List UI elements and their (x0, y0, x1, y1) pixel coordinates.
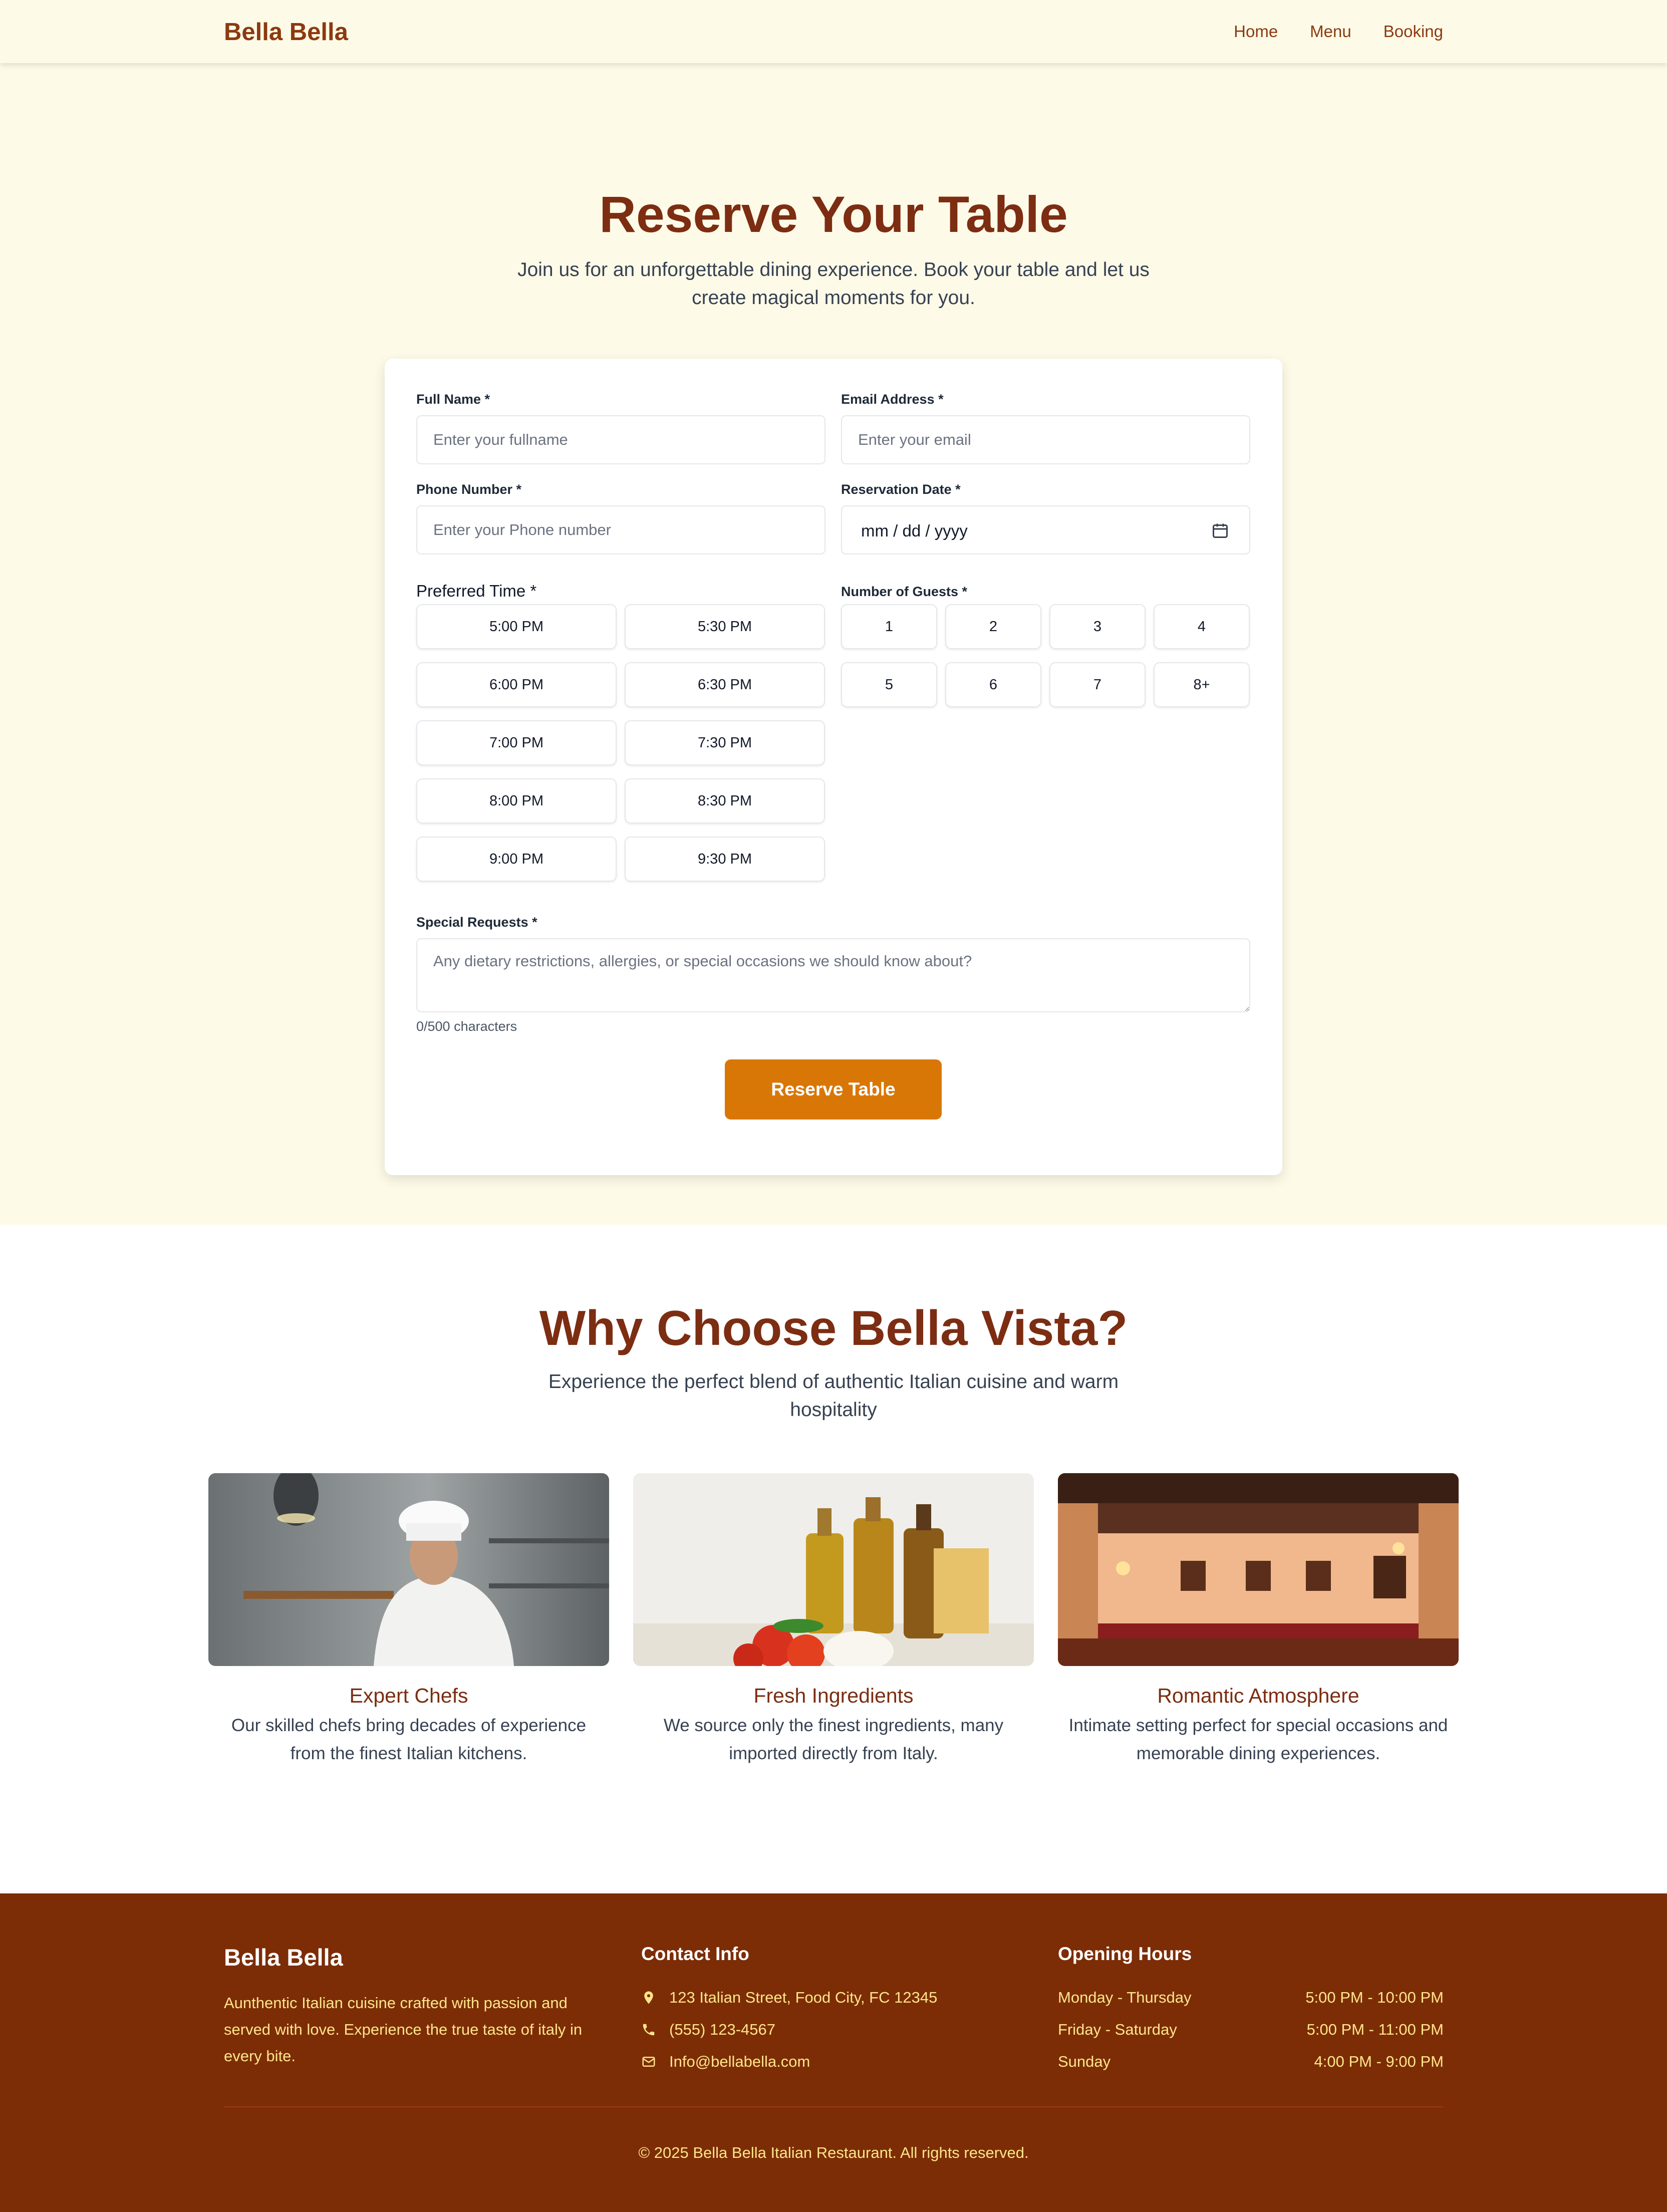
time-label: Preferred Time * (416, 582, 537, 600)
hours-time: 5:00 PM - 10:00 PM (1305, 1989, 1444, 2006)
guest-option[interactable]: 1 (841, 604, 937, 649)
guest-option[interactable]: 2 (945, 604, 1041, 649)
time-option[interactable]: 5:00 PM (416, 604, 617, 649)
feature-description: We source only the finest ingredients, m… (663, 1716, 1004, 1763)
contact-address: 123 Italian Street, Food City, FC 12345 (641, 1989, 937, 2007)
reservation-section: Reserve Your Table Join us for an unforg… (0, 63, 1667, 1225)
guest-option[interactable]: 7 (1049, 662, 1146, 707)
calendar-icon[interactable] (1211, 521, 1229, 539)
copyright: © 2025 Bella Bella Italian Restaurant. A… (638, 2144, 1029, 2161)
why-section: Why Choose Bella Vista? Experience the p… (0, 1225, 1667, 1893)
time-option[interactable]: 8:30 PM (625, 778, 825, 823)
hours-time: 4:00 PM - 9:00 PM (1314, 2053, 1444, 2070)
footer: Bella Bella Aunthentic Italian cuisine c… (0, 1893, 1667, 2212)
chef-image (208, 1473, 609, 1666)
contact-email: Info@bellabella.com (641, 2053, 810, 2071)
why-subtitle: Experience the perfect blend of authenti… (548, 1371, 1119, 1421)
feature-card: Expert Chefs Our skilled chefs bring dec… (208, 1473, 609, 1768)
contact-heading: Contact Info (641, 1944, 749, 1964)
address-text: 123 Italian Street, Food City, FC 12345 (669, 1989, 938, 2006)
email-label: Email Address * (841, 392, 944, 407)
hours-day: Monday - Thursday (1058, 1989, 1192, 2006)
time-option[interactable]: 8:00 PM (416, 778, 617, 823)
nav-links: Home Menu Booking (1234, 22, 1443, 41)
date-label: Reservation Date * (841, 482, 961, 497)
guests-label: Number of Guests * (841, 584, 968, 599)
feature-title: Fresh Ingredients (753, 1684, 914, 1707)
reservation-form: Full Name * Email Address * Phone Number… (385, 359, 1282, 1175)
time-option[interactable]: 6:30 PM (625, 662, 825, 707)
page-subtitle: Join us for an unforgettable dining expe… (517, 259, 1150, 309)
email-text[interactable]: Info@bellabella.com (669, 2053, 810, 2071)
feature-title: Romantic Atmosphere (1157, 1684, 1359, 1707)
guest-option[interactable]: 8+ (1154, 662, 1250, 707)
hours-heading: Opening Hours (1058, 1944, 1192, 1964)
char-counter: 0/500 characters (416, 1019, 517, 1034)
date-input[interactable]: mm / dd / yyyy (841, 505, 1250, 555)
page: Bella Bella Home Menu Booking Reserve Yo… (0, 0, 1667, 2212)
guest-option[interactable]: 3 (1049, 604, 1146, 649)
guest-option[interactable]: 5 (841, 662, 937, 707)
feature-title: Expert Chefs (349, 1684, 468, 1707)
hours-day: Sunday (1058, 2053, 1111, 2070)
nav-link-booking[interactable]: Booking (1383, 22, 1443, 41)
feature-description: Intimate setting perfect for special occ… (1068, 1716, 1448, 1763)
mail-icon (642, 2057, 655, 2067)
hours-time: 5:00 PM - 11:00 PM (1306, 2021, 1444, 2038)
time-option[interactable]: 9:00 PM (416, 837, 617, 882)
nav-link-home[interactable]: Home (1234, 22, 1278, 41)
top-nav: Bella Bella Home Menu Booking (0, 0, 1667, 63)
time-option[interactable]: 7:00 PM (416, 720, 617, 765)
time-option[interactable]: 5:30 PM (625, 604, 825, 649)
hours-row: Sunday 4:00 PM - 9:00 PM (1058, 2053, 1444, 2071)
hours-day: Friday - Saturday (1058, 2021, 1177, 2038)
requests-textarea[interactable] (416, 938, 1250, 1012)
date-value: mm / dd / yyyy (861, 521, 968, 540)
contact-phone: (555) 123-4567 (641, 2021, 775, 2039)
time-option[interactable]: 6:00 PM (416, 662, 617, 707)
atmosphere-image (1058, 1473, 1459, 1666)
location-pin-icon (644, 1991, 653, 2004)
time-option[interactable]: 7:30 PM (625, 720, 825, 765)
phone-label: Phone Number * (416, 482, 522, 497)
footer-brand: Bella Bella (224, 1944, 343, 1971)
feature-card: Fresh Ingredients We source only the fin… (633, 1473, 1034, 1768)
phone-input[interactable] (416, 505, 825, 555)
feature-card: Romantic Atmosphere Intimate setting per… (1058, 1473, 1459, 1768)
page-title: Reserve Your Table (599, 186, 1068, 243)
brand-logo[interactable]: Bella Bella (224, 18, 348, 46)
guest-option[interactable]: 6 (945, 662, 1041, 707)
full-name-label: Full Name * (416, 392, 490, 407)
time-option[interactable]: 9:30 PM (625, 837, 825, 882)
guest-option[interactable]: 4 (1154, 604, 1250, 649)
full-name-input[interactable] (416, 415, 825, 464)
reserve-table-button[interactable]: Reserve Table (725, 1059, 942, 1120)
email-input[interactable] (841, 415, 1250, 464)
phone-text: (555) 123-4567 (669, 2021, 775, 2038)
requests-label: Special Requests * (416, 915, 537, 930)
hours-row: Monday - Thursday 5:00 PM - 10:00 PM (1058, 1989, 1444, 2007)
footer-about: Aunthentic Italian cuisine crafted with … (224, 1994, 583, 2065)
phone-icon (643, 2024, 655, 2036)
nav-link-menu[interactable]: Menu (1310, 22, 1351, 41)
why-title: Why Choose Bella Vista? (539, 1300, 1128, 1355)
footer-divider (224, 2106, 1443, 2107)
ingredients-image (633, 1473, 1034, 1666)
feature-description: Our skilled chefs bring decades of exper… (231, 1716, 587, 1763)
hours-row: Friday - Saturday 5:00 PM - 11:00 PM (1058, 2021, 1444, 2039)
